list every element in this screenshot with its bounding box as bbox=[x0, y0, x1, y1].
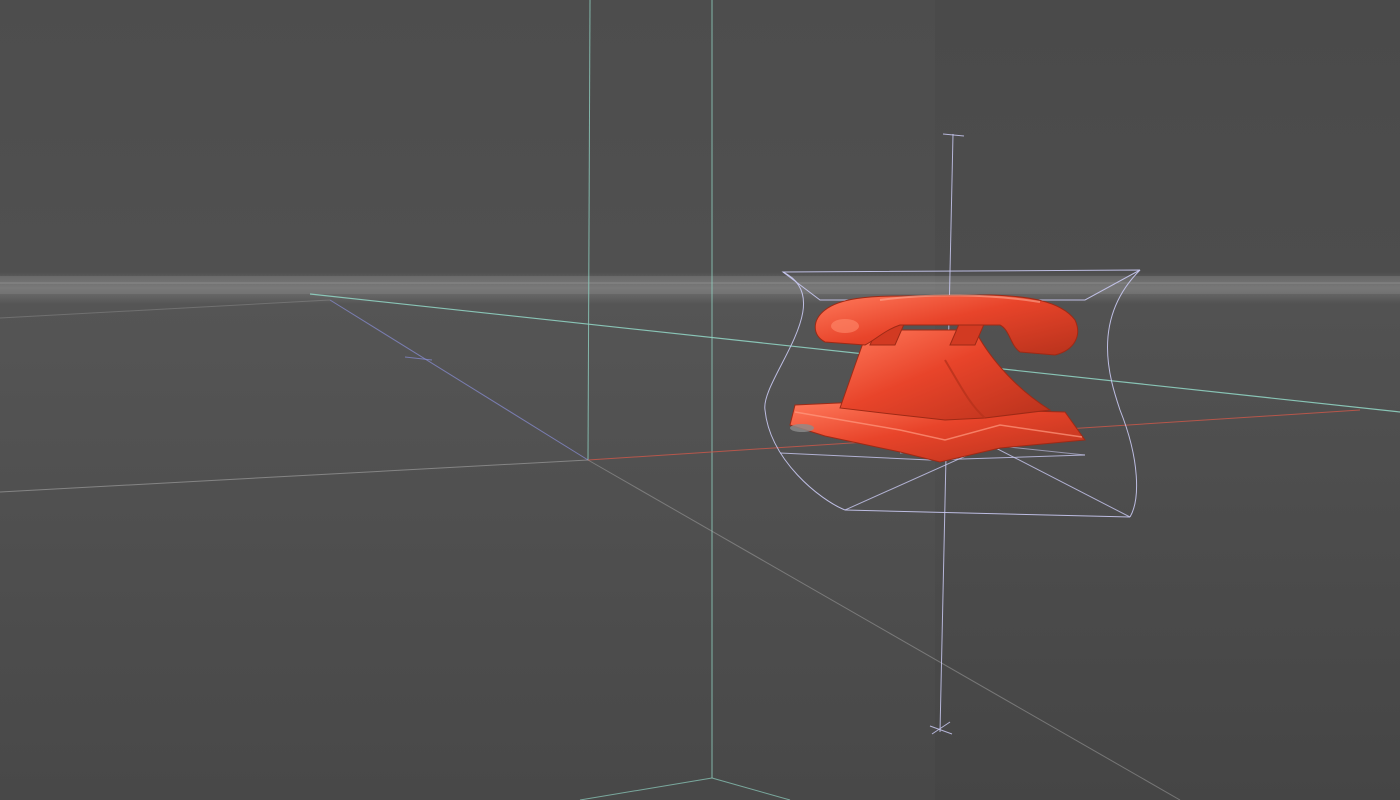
viewport-canvas[interactable] bbox=[0, 0, 1400, 800]
3d-viewport[interactable] bbox=[0, 0, 1400, 800]
handset-earpiece-highlight bbox=[831, 319, 859, 333]
telephone-foot bbox=[790, 424, 814, 432]
horizon-band bbox=[0, 276, 1400, 294]
back-wall-left bbox=[0, 0, 935, 800]
